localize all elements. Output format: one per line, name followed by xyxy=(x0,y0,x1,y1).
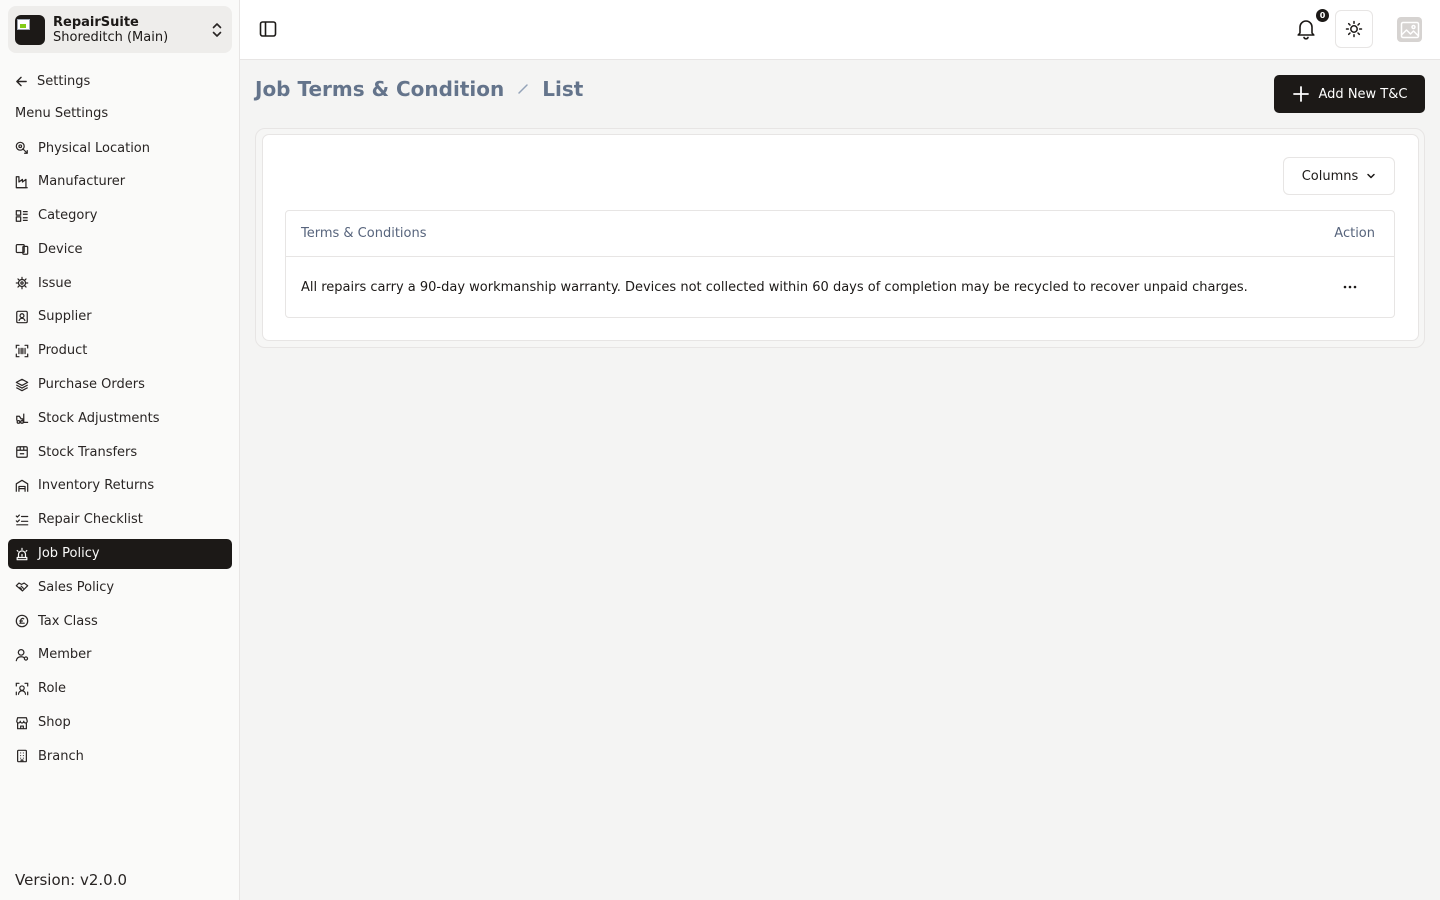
role-icon xyxy=(15,682,29,696)
settings-nav: Physical Location Manufacturer Category … xyxy=(8,133,232,775)
sidebar-item-shop[interactable]: Shop xyxy=(8,708,232,738)
sidebar-item-product[interactable]: Product xyxy=(8,336,232,366)
back-to-settings-link[interactable]: Settings xyxy=(15,72,90,90)
back-link-label: Settings xyxy=(37,73,91,89)
store-icon xyxy=(16,716,28,729)
sidebar-item-label: Supplier xyxy=(38,309,92,325)
sidebar-item-label: Inventory Returns xyxy=(38,478,155,494)
notification-count-badge: 0 xyxy=(1315,8,1330,23)
sidebar-item-label: Physical Location xyxy=(38,140,150,156)
slash-separator-icon xyxy=(518,84,528,94)
currency-icon xyxy=(15,614,29,628)
image-placeholder-icon xyxy=(1400,21,1419,38)
workspace-logo xyxy=(15,14,45,45)
sidebar-toggle-icon[interactable] xyxy=(258,19,278,39)
sidebar-item-tax-class[interactable]: Tax Class xyxy=(8,606,232,636)
theme-toggle-button[interactable] xyxy=(1335,10,1373,48)
factory-icon xyxy=(15,175,28,189)
sidebar-item-label: Manufacturer xyxy=(38,174,126,190)
sidebar-item-label: Shop xyxy=(38,715,71,731)
columns-button-label: Columns xyxy=(1301,168,1359,184)
breadcrumb-item-list: List xyxy=(542,77,584,101)
package-icon xyxy=(16,446,28,459)
sidebar-item-label: Stock Adjustments xyxy=(38,410,160,426)
sidebar-item-label: Branch xyxy=(38,748,84,764)
column-header-terms[interactable]: Terms & Conditions xyxy=(301,226,427,241)
terms-table: Terms & Conditions Action All repairs ca… xyxy=(285,210,1395,318)
add-button-label: Add New T&C xyxy=(1318,86,1408,102)
sidebar-item-label: Repair Checklist xyxy=(38,512,143,528)
sidebar-item-label: Category xyxy=(38,208,98,224)
checklist-icon xyxy=(15,514,29,526)
barcode-icon xyxy=(15,344,29,358)
app-version: Version: v2.0.0 xyxy=(15,871,128,889)
user-icon xyxy=(15,648,29,662)
sidebar-item-manufacturer[interactable]: Manufacturer xyxy=(8,167,232,197)
sidebar-item-label: Stock Transfers xyxy=(38,444,138,460)
sidebar-item-device[interactable]: Device xyxy=(8,234,232,264)
arrow-left-icon xyxy=(16,76,27,86)
supplier-icon xyxy=(16,310,28,324)
layers-icon xyxy=(15,378,29,391)
table-header: Terms & Conditions Action xyxy=(286,211,1394,257)
terms-cell: All repairs carry a 90-day workmanship w… xyxy=(301,279,1248,295)
sidebar-item-physical-location[interactable]: Physical Location xyxy=(8,133,232,163)
sidebar-item-issue[interactable]: Issue xyxy=(8,268,232,298)
row-actions-button[interactable] xyxy=(1340,277,1360,297)
sidebar-item-label: Sales Policy xyxy=(38,579,115,595)
sidebar-item-purchase-orders[interactable]: Purchase Orders xyxy=(8,370,232,400)
sidebar-item-supplier[interactable]: Supplier xyxy=(8,302,232,332)
notifications-bell-icon[interactable] xyxy=(1295,17,1317,41)
sidebar-item-label: Job Policy xyxy=(38,546,100,562)
user-avatar[interactable] xyxy=(1397,17,1422,42)
sidebar-item-branch[interactable]: Branch xyxy=(8,741,232,771)
building-icon xyxy=(17,750,27,763)
menu-settings-heading: Menu Settings xyxy=(15,106,109,121)
sidebar-item-category[interactable]: Category xyxy=(8,201,232,231)
forklift-icon xyxy=(16,414,29,425)
more-horizontal-icon xyxy=(1343,285,1357,289)
plus-icon xyxy=(1292,86,1309,102)
workspace-name: RepairSuite xyxy=(53,14,139,30)
sidebar-item-label: Purchase Orders xyxy=(38,377,145,393)
sidebar-item-role[interactable]: Role xyxy=(8,674,232,704)
column-header-action: Action xyxy=(1334,226,1375,241)
top-bar: 0 xyxy=(240,0,1440,60)
sidebar-item-member[interactable]: Member xyxy=(8,640,232,670)
sidebar-item-job-policy[interactable]: Job Policy xyxy=(8,538,232,569)
sidebar-item-repair-checklist[interactable]: Repair Checklist xyxy=(8,505,232,535)
sidebar-item-label: Product xyxy=(38,343,88,359)
siren-icon xyxy=(16,547,28,560)
chevron-down-icon xyxy=(1367,173,1376,179)
sidebar-item-label: Issue xyxy=(38,275,72,291)
sidebar-item-sales-policy[interactable]: Sales Policy xyxy=(8,572,232,602)
sun-icon xyxy=(1345,20,1363,38)
bug-icon xyxy=(15,276,29,290)
sidebar-item-stock-adjustments[interactable]: Stock Adjustments xyxy=(8,403,232,433)
sidebar-item-stock-transfers[interactable]: Stock Transfers xyxy=(8,437,232,467)
table-row[interactable]: All repairs carry a 90-day workmanship w… xyxy=(286,257,1394,317)
sidebar-item-label: Role xyxy=(38,681,67,697)
sidebar-item-inventory-returns[interactable]: Inventory Returns xyxy=(8,471,232,501)
sidebar-item-label: Device xyxy=(38,241,83,257)
workspace-branch: Shoreditch (Main) xyxy=(53,29,169,45)
chevrons-up-down-icon xyxy=(212,22,222,37)
add-new-tc-button[interactable]: Add New T&C xyxy=(1274,75,1425,113)
workspace-switcher[interactable]: RepairSuite Shoreditch (Main) xyxy=(8,6,232,53)
sidebar: RepairSuite Shoreditch (Main) Settings M… xyxy=(0,0,240,900)
columns-dropdown-button[interactable]: Columns xyxy=(1283,157,1395,195)
breadcrumb: Job Terms & Condition List xyxy=(255,77,583,101)
sidebar-item-label: Tax Class xyxy=(38,613,98,629)
warehouse-icon xyxy=(15,479,29,492)
location-pin-icon xyxy=(15,141,28,154)
breadcrumb-item-job-terms[interactable]: Job Terms & Condition xyxy=(255,77,504,101)
handshake-icon xyxy=(15,582,29,592)
sidebar-item-label: Member xyxy=(38,647,92,663)
devices-icon xyxy=(15,244,29,256)
category-icon xyxy=(15,209,28,222)
